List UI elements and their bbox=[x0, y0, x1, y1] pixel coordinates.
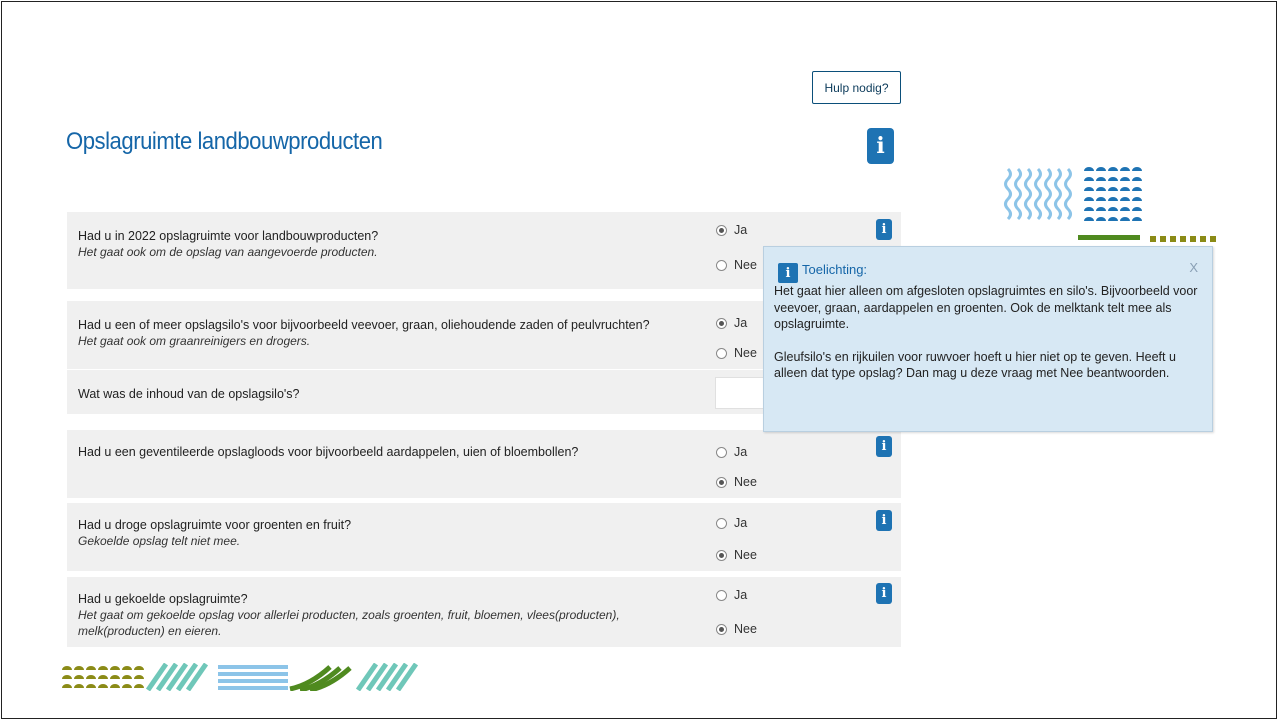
decorative-pattern-top-right bbox=[1004, 167, 1216, 242]
radio-button[interactable] bbox=[716, 623, 727, 635]
radio-button[interactable] bbox=[716, 517, 727, 529]
radio-label: Ja bbox=[734, 588, 748, 602]
question-text: Had u een of meer opslagsilo's voor bijv… bbox=[78, 317, 650, 349]
question-row-6: Had u gekoelde opslagruimte? Het gaat om… bbox=[67, 577, 901, 647]
info-icon[interactable]: i bbox=[876, 436, 892, 457]
radio-ja[interactable]: Ja bbox=[716, 223, 747, 237]
radio-label: Nee bbox=[734, 258, 757, 272]
radio-nee[interactable]: Nee bbox=[716, 548, 757, 562]
radio-button[interactable] bbox=[716, 259, 727, 271]
dome-pattern-icon bbox=[1084, 167, 1142, 221]
question-label: Had u een geventileerde opslagloods voor… bbox=[78, 445, 579, 459]
olive-dome-pattern-icon bbox=[62, 666, 144, 688]
radio-button[interactable] bbox=[716, 347, 727, 359]
radio-ja[interactable]: Ja bbox=[716, 316, 747, 330]
radio-ja[interactable]: Ja bbox=[716, 445, 747, 459]
info-icon[interactable]: i bbox=[876, 510, 892, 531]
teal-stripes-icon-2 bbox=[355, 663, 419, 691]
question-label: Had u droge opslagruimte voor groenten e… bbox=[78, 518, 352, 532]
info-icon[interactable]: i bbox=[876, 219, 892, 240]
blue-lines-icon bbox=[218, 665, 288, 690]
tooltip-paragraph: Gleufsilo's en rijkuilen voor ruwvoer ho… bbox=[774, 349, 1176, 381]
radio-button[interactable] bbox=[716, 317, 727, 329]
radio-button[interactable] bbox=[716, 224, 727, 236]
question-text: Had u gekoelde opslagruimte? Het gaat om… bbox=[78, 591, 648, 639]
info-icon: i bbox=[778, 263, 798, 283]
question-row-5: Had u droge opslagruimte voor groenten e… bbox=[67, 503, 901, 571]
info-icon[interactable]: i bbox=[876, 583, 892, 604]
question-hint: Het gaat ook om graanreinigers en droger… bbox=[78, 334, 311, 348]
question-hint: Het gaat om gekoelde opslag voor allerle… bbox=[78, 608, 620, 638]
radio-button[interactable] bbox=[716, 476, 727, 488]
radio-label: Ja bbox=[734, 223, 748, 237]
radio-button[interactable] bbox=[716, 549, 727, 561]
olive-dots-icon bbox=[1150, 236, 1216, 242]
question-text: Had u droge opslagruimte voor groenten e… bbox=[78, 517, 351, 549]
radio-ja[interactable]: Ja bbox=[716, 588, 747, 602]
radio-nee[interactable]: Nee bbox=[716, 475, 757, 489]
tooltip-body: Het gaat hier alleen om afgesloten opsla… bbox=[774, 283, 1202, 398]
help-button[interactable]: Hulp nodig? bbox=[812, 71, 901, 104]
page-title: Opslagruimte landbouwproducten bbox=[66, 128, 383, 155]
radio-label: Nee bbox=[734, 622, 757, 636]
radio-button[interactable] bbox=[716, 446, 727, 458]
question-label: Had u in 2022 opslagruimte voor landbouw… bbox=[78, 229, 379, 243]
question-label: Had u gekoelde opslagruimte? bbox=[78, 592, 248, 606]
radio-ja[interactable]: Ja bbox=[716, 516, 747, 530]
green-curves-icon bbox=[289, 665, 352, 691]
question-label: Had u een of meer opslagsilo's voor bijv… bbox=[78, 318, 650, 332]
radio-label: Nee bbox=[734, 346, 757, 360]
decorative-pattern-bottom-left bbox=[62, 663, 419, 691]
question-label: Wat was de inhoud van de opslagsilo's? bbox=[78, 387, 300, 401]
question-hint: Gekoelde opslag telt niet mee. bbox=[78, 534, 241, 548]
green-bar-icon bbox=[1078, 235, 1140, 240]
explanation-tooltip: i Toelichting: X Het gaat hier alleen om… bbox=[763, 246, 1213, 432]
radio-label: Ja bbox=[734, 445, 748, 459]
question-text: Wat was de inhoud van de opslagsilo's? bbox=[78, 386, 300, 402]
question-row-4: Had u een geventileerde opslagloods voor… bbox=[67, 430, 901, 498]
question-text: Had u in 2022 opslagruimte voor landbouw… bbox=[78, 228, 378, 260]
tooltip-paragraph: Het gaat hier alleen om afgesloten opsla… bbox=[774, 284, 1198, 331]
question-text: Had u een geventileerde opslagloods voor… bbox=[78, 444, 578, 460]
question-hint: Het gaat ook om de opslag van aangevoerd… bbox=[78, 245, 378, 259]
close-icon[interactable]: X bbox=[1189, 260, 1198, 275]
wave-pattern-icon bbox=[1004, 167, 1072, 221]
radio-label: Ja bbox=[734, 316, 748, 330]
info-icon-title[interactable]: i bbox=[867, 128, 894, 164]
radio-label: Ja bbox=[734, 516, 748, 530]
radio-label: Nee bbox=[734, 475, 757, 489]
radio-nee[interactable]: Nee bbox=[716, 622, 757, 636]
radio-button[interactable] bbox=[716, 589, 727, 601]
radio-nee[interactable]: Nee bbox=[716, 346, 757, 360]
tooltip-title: Toelichting: bbox=[802, 262, 868, 277]
teal-stripes-icon bbox=[145, 663, 209, 691]
radio-nee[interactable]: Nee bbox=[716, 258, 757, 272]
radio-label: Nee bbox=[734, 548, 757, 562]
